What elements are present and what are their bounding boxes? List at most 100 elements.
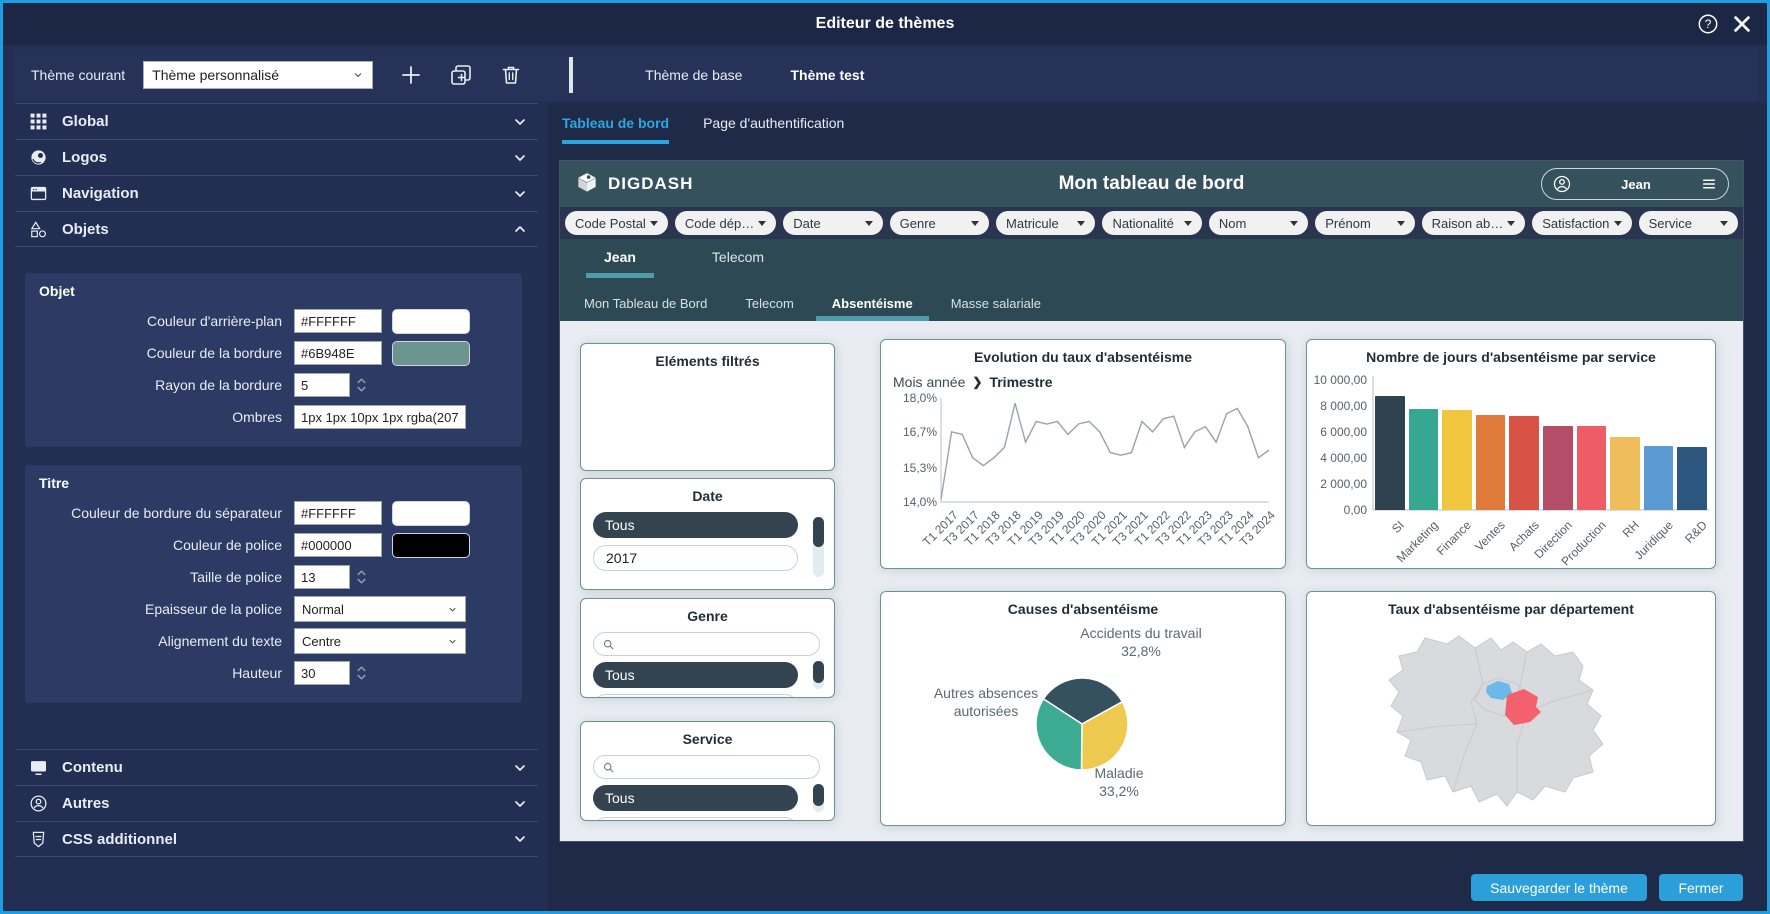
filter-pill-service[interactable]: Service [1639, 211, 1738, 235]
color-swatch[interactable] [392, 501, 470, 526]
step-up-icon[interactable] [356, 377, 367, 385]
user-menu[interactable]: Jean [1541, 168, 1729, 200]
sidebar-item-label: Logos [62, 149, 512, 166]
titre-panel: Titre Couleur de bordure du séparateurCo… [25, 465, 522, 703]
dashboard-subtab-mon-tableau-de-bord[interactable]: Mon Tableau de Bord [568, 296, 723, 321]
service-selected-option[interactable]: Tous [593, 785, 798, 811]
field-row-couleur-de-police: Couleur de police [39, 529, 508, 561]
number-input[interactable] [294, 373, 350, 397]
field-label: Couleur d'arrière-plan [39, 313, 294, 329]
scrollbar[interactable] [813, 517, 824, 577]
text-input[interactable] [294, 405, 466, 429]
service-search[interactable] [593, 755, 820, 779]
scrollbar[interactable] [813, 784, 824, 812]
color-swatch[interactable] [392, 309, 470, 334]
sidebar-item-objets[interactable]: Objets [15, 211, 538, 247]
service-search-input[interactable] [619, 760, 811, 774]
color-hex-input[interactable] [294, 341, 382, 365]
dashboard-preview: Mon tableau de bord DIGDASH [560, 161, 1743, 841]
theme-toolbar: Thème courant Thème personnalisé [13, 49, 1757, 101]
y-axis-tick: 8 000,00 [1306, 399, 1367, 413]
filter-pill-genre[interactable]: Genre [890, 211, 989, 235]
select-alignement-du-texte[interactable]: Centre [294, 628, 466, 654]
filter-pill-code-postal[interactable]: Code Postal [565, 211, 668, 235]
color-swatch[interactable] [392, 341, 470, 366]
delete-theme-button[interactable] [499, 63, 523, 87]
close-dialog-button[interactable]: Fermer [1659, 874, 1743, 901]
field-row-hauteur: Hauteur [39, 657, 508, 689]
filter-pill-raison-ab[interactable]: Raison ab… [1422, 211, 1526, 235]
number-stepper[interactable] [356, 569, 367, 585]
number-stepper[interactable] [356, 665, 367, 681]
filter-pill-code-d-p[interactable]: Code dép… [675, 211, 776, 235]
field-row-taille-de-police: Taille de police [39, 561, 508, 593]
number-stepper[interactable] [356, 377, 367, 393]
filter-pill-satisfaction[interactable]: Satisfaction [1532, 211, 1631, 235]
step-down-icon[interactable] [356, 673, 367, 681]
select-epaisseur-de-la-police[interactable]: Normal [294, 596, 466, 622]
dashboard-tab-jean[interactable]: Jean [586, 247, 654, 278]
scrollbar[interactable] [813, 661, 824, 689]
date-option[interactable]: 2017 [593, 545, 798, 571]
bar-production [1577, 426, 1607, 510]
sidebar-item-autres[interactable]: Autres [15, 785, 538, 821]
help-button[interactable]: ? [1697, 13, 1719, 35]
pie-chart-svg [881, 592, 1286, 826]
genre-search[interactable] [593, 632, 820, 656]
sidebar-item-global[interactable]: Global [15, 103, 538, 139]
sidebar-item-contenu[interactable]: Contenu [15, 749, 538, 785]
number-input[interactable] [294, 661, 350, 685]
preview-tab-page-d-authentification[interactable]: Page d'authentification [703, 115, 844, 144]
step-up-icon[interactable] [356, 665, 367, 673]
dashboard-subtab-telecom[interactable]: Telecom [729, 296, 809, 321]
genre-search-input[interactable] [619, 637, 811, 651]
filter-pill-nom[interactable]: Nom [1209, 211, 1308, 235]
sidebar-item-logos[interactable]: Logos [15, 139, 538, 175]
dashboard-subtab-masse-salariale[interactable]: Masse salariale [935, 296, 1057, 321]
sidebar-item-css-additionnel[interactable]: CSS additionnel [15, 821, 538, 857]
scrollbar-thumb[interactable] [813, 517, 824, 547]
dashboard-subtab-absent-isme[interactable]: Absentéisme [816, 296, 929, 321]
dropdown-arrow-icon [1507, 221, 1515, 226]
close-button[interactable] [1731, 13, 1753, 35]
color-hex-input[interactable] [294, 501, 382, 525]
color-hex-input[interactable] [294, 309, 382, 333]
save-theme-button[interactable]: Sauvegarder le thème [1471, 874, 1647, 901]
step-down-icon[interactable] [356, 385, 367, 393]
ile-de-france-map [1307, 592, 1716, 826]
genre-selected-option[interactable]: Tous [593, 662, 798, 688]
color-swatch[interactable] [392, 533, 470, 558]
dashboard-tab-telecom[interactable]: Telecom [694, 247, 782, 273]
y-axis-tick: 10 000,00 [1306, 373, 1367, 387]
widget-title: Genre [581, 608, 834, 630]
current-theme-value: Thème personnalisé [152, 67, 279, 83]
scrollbar-thumb[interactable] [813, 784, 824, 806]
current-theme-select[interactable]: Thème personnalisé [143, 61, 373, 89]
theme-preview-pane: Tableau de bord Page d'authentification M… [548, 103, 1767, 911]
step-down-icon[interactable] [356, 577, 367, 585]
toolbar-divider [569, 57, 573, 93]
step-up-icon[interactable] [356, 569, 367, 577]
color-hex-input[interactable] [294, 533, 382, 557]
genre-option-partial[interactable] [593, 694, 798, 698]
filter-pill-date[interactable]: Date [783, 211, 882, 235]
duplicate-theme-button[interactable] [449, 63, 473, 87]
filter-pill-pr-nom[interactable]: Prénom [1315, 211, 1414, 235]
dropdown-arrow-icon [1077, 221, 1085, 226]
scrollbar-thumb[interactable] [813, 661, 824, 683]
preview-tab-tableau-de-bord[interactable]: Tableau de bord [562, 115, 669, 144]
field-label: Couleur de bordure du séparateur [39, 505, 294, 521]
filter-pill-nationalit[interactable]: Nationalité [1102, 211, 1201, 235]
date-selected-option[interactable]: Tous [593, 512, 798, 538]
bar-r-d [1677, 447, 1707, 510]
widget-title: Date [581, 488, 834, 510]
sidebar-item-navigation[interactable]: Navigation [15, 175, 538, 211]
y-axis-tick: 6 000,00 [1306, 425, 1367, 439]
service-option-partial[interactable] [593, 817, 798, 821]
y-axis-tick: 2 000,00 [1306, 477, 1367, 491]
add-theme-button[interactable] [399, 63, 423, 87]
filter-pill-matricule[interactable]: Matricule [996, 211, 1095, 235]
number-input[interactable] [294, 565, 350, 589]
objet-panel-title: Objet [39, 283, 508, 299]
genre-filter-widget: Genre Tous [580, 598, 835, 698]
